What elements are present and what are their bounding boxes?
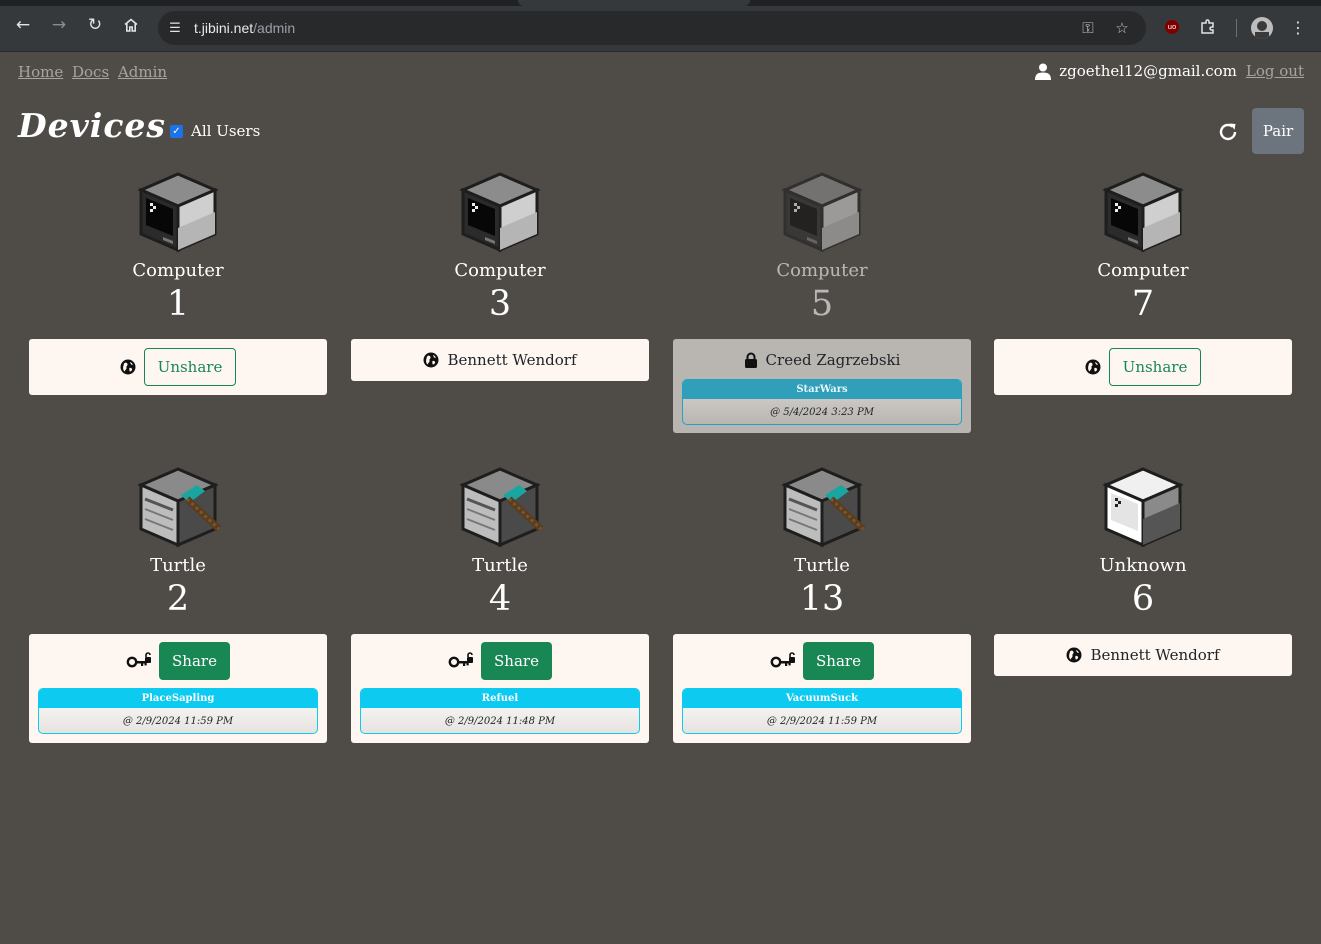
unknown-device-icon xyxy=(1100,465,1186,551)
user-icon xyxy=(1035,63,1052,80)
device-id: 5 xyxy=(810,284,834,324)
nav-home-link[interactable]: Home xyxy=(18,63,63,81)
device-panel: Unshare xyxy=(994,339,1292,395)
task-card[interactable]: Refuel @ 2/9/2024 11:48 PM xyxy=(360,688,640,734)
browser-toolbar: ← → ↻ ☰ t.jibini.net/admin ⚿ ☆ uo ⋮ xyxy=(0,0,1321,52)
owner-name: Bennett Wendorf xyxy=(447,351,577,369)
globe-icon xyxy=(1066,647,1082,663)
task-card[interactable]: StarWars @ 5/4/2024 3:23 PM xyxy=(682,379,962,425)
task-card[interactable]: VacuumSuck @ 2/9/2024 11:59 PM xyxy=(682,688,962,734)
task-name: VacuumSuck xyxy=(683,689,961,708)
password-key-icon[interactable]: ⚿ xyxy=(1078,19,1098,37)
device-id: 4 xyxy=(488,579,512,619)
device-id: 1 xyxy=(166,284,190,324)
locked-by-name: Creed Zagrzebski xyxy=(765,351,901,369)
device-panel: Share PlaceSapling @ 2/9/2024 11:59 PM xyxy=(29,634,327,743)
lock-icon xyxy=(744,352,757,368)
device-panel: Share Refuel @ 2/9/2024 11:48 PM xyxy=(351,634,649,743)
task-time: @ 2/9/2024 11:59 PM xyxy=(766,716,878,727)
device-type: Turtle xyxy=(150,555,206,576)
device-type: Computer xyxy=(454,260,546,281)
turtle-icon xyxy=(457,465,543,551)
refresh-icon[interactable] xyxy=(1216,120,1240,144)
device-type: Turtle xyxy=(472,555,528,576)
computer-icon xyxy=(457,170,543,256)
logout-link[interactable]: Log out xyxy=(1246,62,1304,80)
all-users-checkbox[interactable]: ✓ xyxy=(170,124,183,138)
task-time: @ 2/9/2024 11:59 PM xyxy=(122,716,234,727)
task-name: Refuel xyxy=(361,689,639,708)
toolbar-divider xyxy=(1236,19,1237,37)
user-email: zgoethel12@gmail.com xyxy=(1059,62,1237,80)
share-button[interactable]: Share xyxy=(159,642,230,680)
device-panel: Unshare xyxy=(29,339,327,395)
device-id: 13 xyxy=(799,579,845,619)
turtle-icon xyxy=(779,465,865,551)
device-type: Turtle xyxy=(794,555,850,576)
unshare-button[interactable]: Unshare xyxy=(1108,348,1202,386)
globe-icon xyxy=(1085,359,1101,375)
turtle-icon xyxy=(135,465,221,551)
key-icon xyxy=(448,652,474,670)
reload-icon[interactable]: ↻ xyxy=(84,14,106,36)
device-panel: Share VacuumSuck @ 2/9/2024 11:59 PM xyxy=(673,634,971,743)
forward-icon[interactable]: → xyxy=(48,14,70,36)
device-id: 3 xyxy=(488,284,512,324)
device-type: Computer xyxy=(132,260,224,281)
address-bar[interactable]: ☰ t.jibini.net/admin ⚿ ☆ xyxy=(158,11,1146,45)
task-name: PlaceSapling xyxy=(39,689,317,708)
active-tab[interactable] xyxy=(518,0,750,6)
device-panel: Bennett Wendorf xyxy=(994,634,1292,676)
task-time: @ 5/4/2024 3:23 PM xyxy=(770,407,874,418)
device-id: 7 xyxy=(1131,284,1155,324)
key-icon xyxy=(126,652,152,670)
site-info-icon[interactable]: ☰ xyxy=(166,19,184,37)
back-icon[interactable]: ← xyxy=(12,14,34,36)
key-icon xyxy=(770,652,796,670)
all-users-toggle[interactable]: ✓ All Users xyxy=(170,122,260,140)
computer-icon xyxy=(135,170,221,256)
share-button[interactable]: Share xyxy=(803,642,874,680)
bookmark-star-icon[interactable]: ☆ xyxy=(1112,19,1132,37)
device-type: Computer xyxy=(776,260,868,281)
nav-admin-link[interactable]: Admin xyxy=(118,63,167,81)
device-id: 6 xyxy=(1131,579,1155,619)
unshare-button[interactable]: Unshare xyxy=(143,348,237,386)
site-nav: Home Docs Admin xyxy=(18,63,171,81)
page-title: Devices xyxy=(18,106,166,145)
all-users-label: All Users xyxy=(191,122,261,140)
computer-icon xyxy=(779,170,865,256)
tab-strip xyxy=(0,0,1321,6)
pair-button[interactable]: Pair xyxy=(1252,108,1304,154)
extensions-puzzle-icon[interactable] xyxy=(1198,17,1218,37)
nav-docs-link[interactable]: Docs xyxy=(72,63,109,81)
task-name: StarWars xyxy=(683,380,961,399)
device-type: Unknown xyxy=(1099,555,1187,576)
ublock-extension-icon[interactable]: uo xyxy=(1165,20,1179,34)
device-type: Computer xyxy=(1097,260,1189,281)
device-panel: Bennett Wendorf xyxy=(351,339,649,381)
menu-kebab-icon[interactable]: ⋮ xyxy=(1288,17,1308,37)
globe-icon xyxy=(423,352,439,368)
profile-avatar[interactable] xyxy=(1251,17,1273,39)
device-panel: Creed Zagrzebski StarWars @ 5/4/2024 3:2… xyxy=(673,339,971,433)
url-text[interactable]: t.jibini.net/admin xyxy=(194,20,295,36)
home-icon[interactable] xyxy=(120,14,142,36)
task-time: @ 2/9/2024 11:48 PM xyxy=(444,716,556,727)
device-id: 2 xyxy=(166,579,190,619)
share-button[interactable]: Share xyxy=(481,642,552,680)
owner-name: Bennett Wendorf xyxy=(1090,646,1220,664)
user-bar: zgoethel12@gmail.com Log out xyxy=(1035,62,1304,80)
globe-icon xyxy=(120,359,136,375)
task-card[interactable]: PlaceSapling @ 2/9/2024 11:59 PM xyxy=(38,688,318,734)
computer-icon xyxy=(1100,170,1186,256)
